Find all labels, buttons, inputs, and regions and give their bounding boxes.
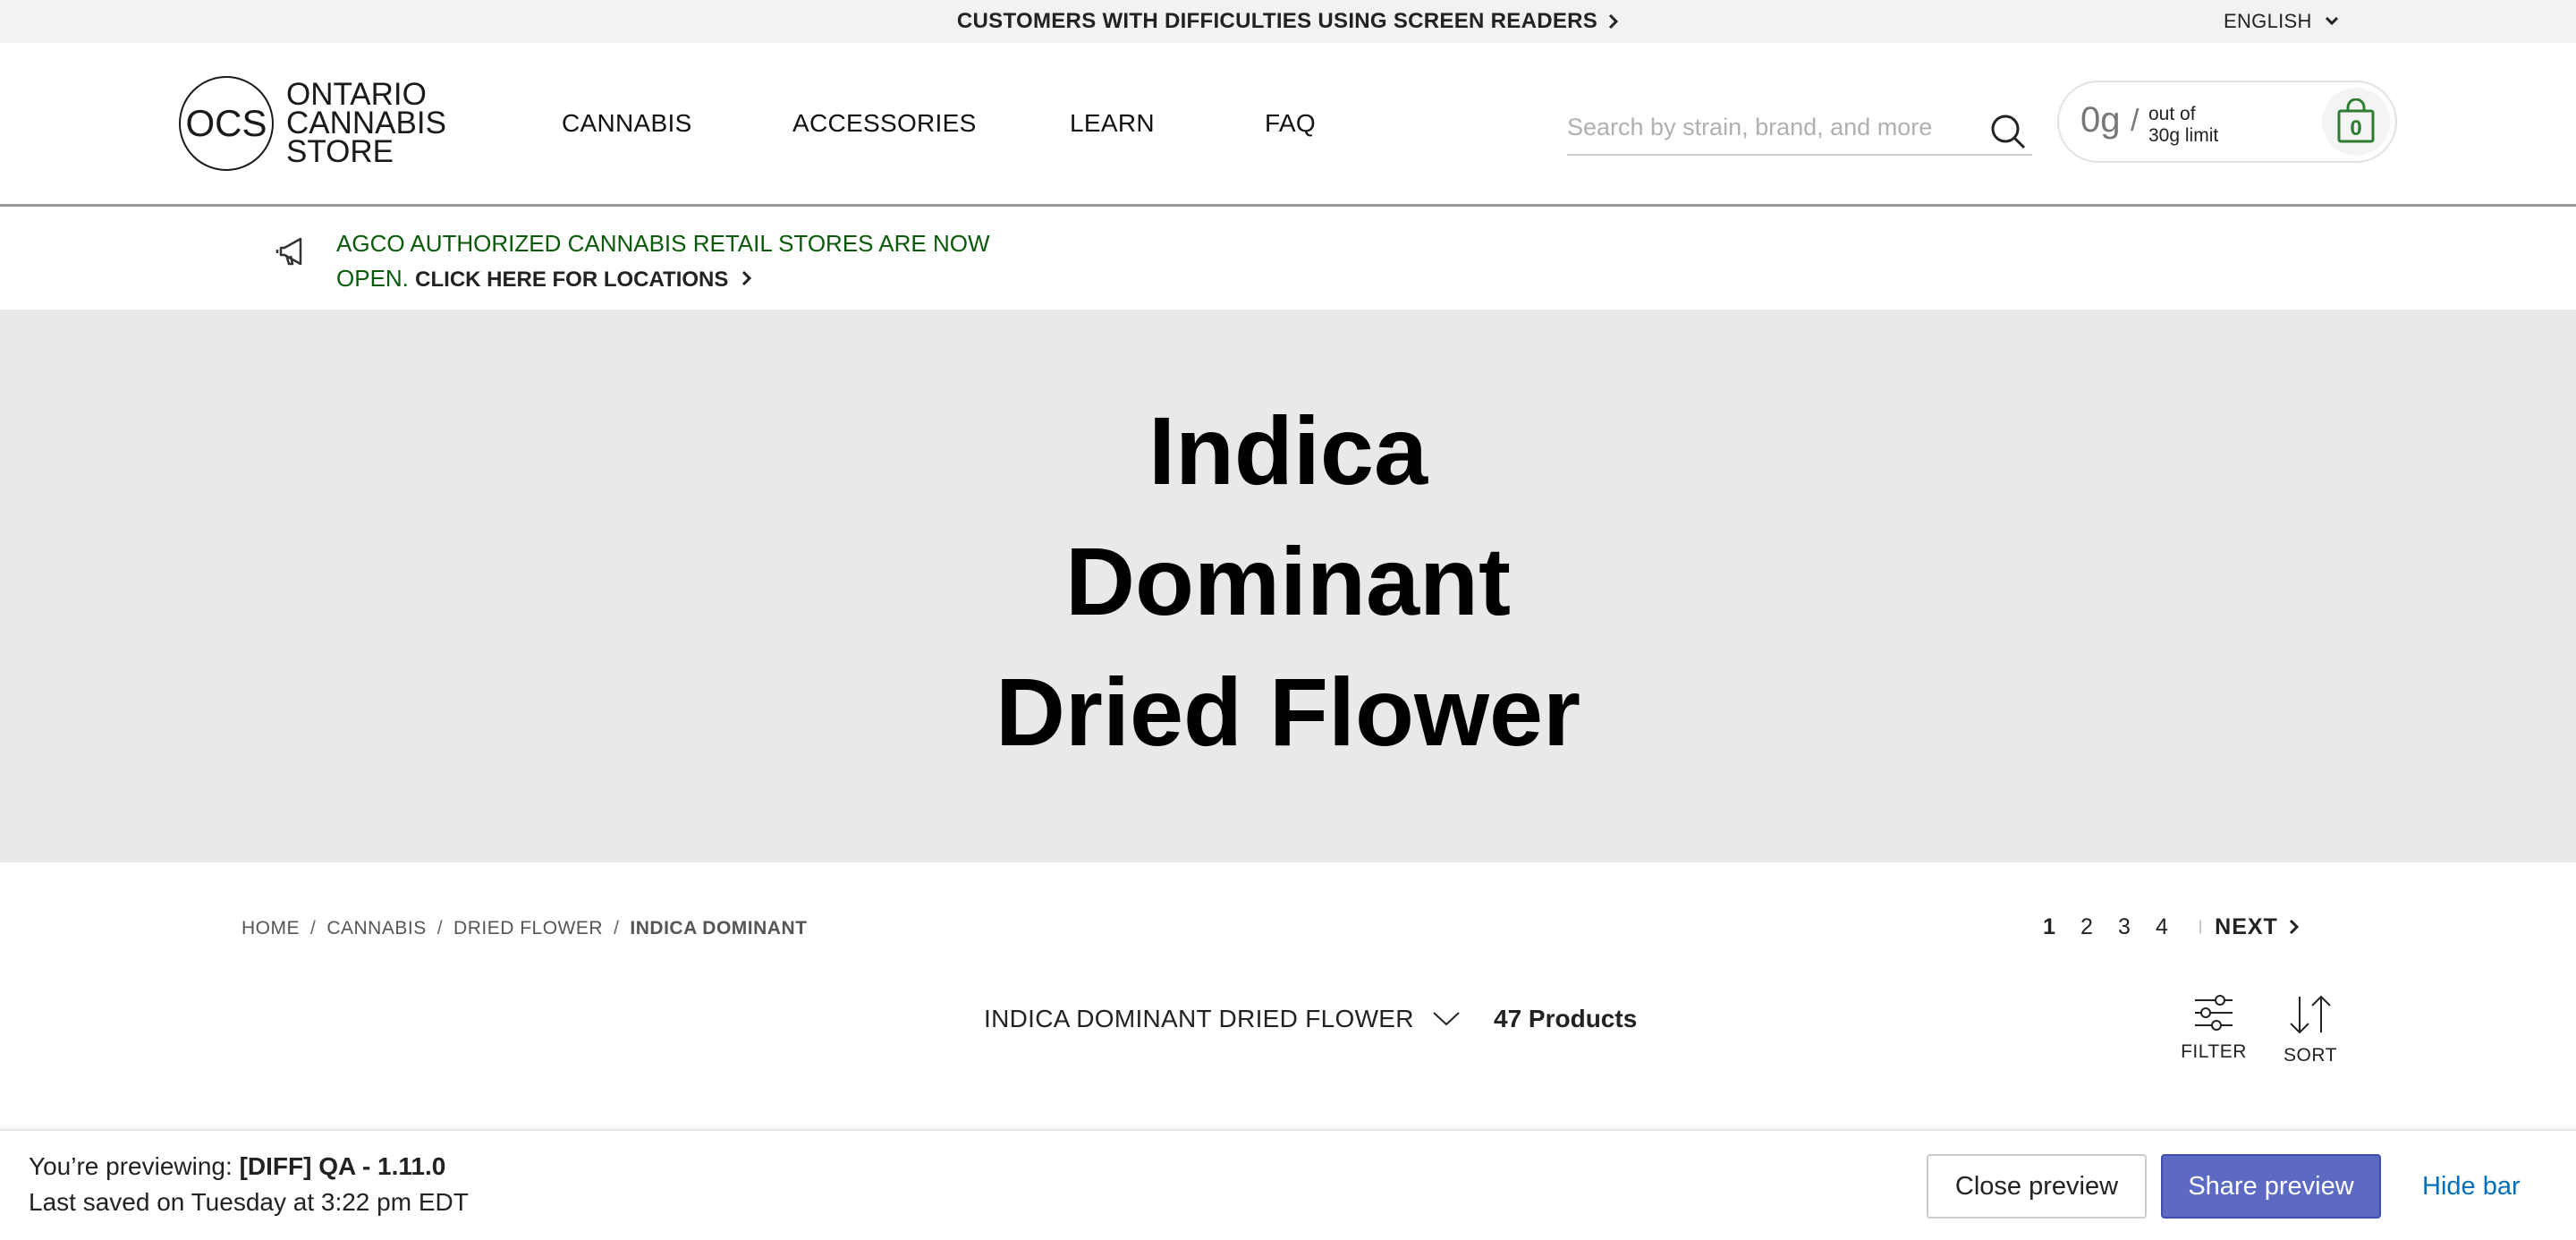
page-4-link[interactable]: 4 — [2143, 914, 2181, 940]
site-header: OCS ONTARIO CANNABIS STORE CANNABIS ACCE… — [0, 43, 2576, 207]
category-dropdown[interactable]: INDICA DOMINANT DRIED FLOWER — [984, 1000, 1461, 1038]
next-page-link[interactable]: NEXT — [2215, 914, 2300, 940]
filter-label: FILTER — [2181, 1041, 2247, 1062]
screen-reader-link[interactable]: CUSTOMERS WITH DIFFICULTIES USING SCREEN… — [0, 0, 2576, 43]
search-icon[interactable] — [1989, 113, 2027, 150]
breadcrumb-separator: / — [436, 918, 444, 938]
pagination-divider: | — [2199, 919, 2203, 934]
search-input[interactable] — [1567, 102, 1970, 152]
product-count: 47 Products — [1494, 1005, 1638, 1032]
breadcrumb-home[interactable]: HOME — [242, 918, 300, 939]
chevron-down-icon — [2325, 16, 2338, 26]
hide-bar-link[interactable]: Hide bar — [2422, 1154, 2521, 1219]
last-saved-text: Last saved on Tuesday at 3:22 pm EDT — [29, 1188, 469, 1216]
next-page-label: NEXT — [2215, 913, 2278, 939]
announcement-text: AGCO AUTHORIZED CANNABIS RETAIL STORES A… — [336, 226, 1052, 297]
filter-sliders-icon — [2195, 995, 2233, 1031]
logo-line-3: STORE — [286, 134, 394, 169]
page-title-line-2: Dominant — [1065, 527, 1511, 635]
chevron-right-icon — [2289, 919, 2299, 935]
preview-status: You’re previewing: [DIFF] QA - 1.11.0 — [29, 1152, 445, 1181]
breadcrumb-cannabis[interactable]: CANNABIS — [326, 918, 426, 939]
share-preview-button[interactable]: Share preview — [2161, 1154, 2381, 1219]
close-preview-button[interactable]: Close preview — [1927, 1154, 2147, 1219]
page-2-link[interactable]: 2 — [2068, 914, 2106, 940]
breadcrumb-dried-flower[interactable]: DRIED FLOWER — [453, 918, 603, 939]
preview-prefix: You’re previewing: — [29, 1152, 233, 1180]
chevron-right-icon — [741, 270, 752, 286]
chevron-down-icon — [1433, 1012, 1460, 1026]
logo-wordmark: ONTARIO CANNABIS STORE — [286, 79, 446, 169]
filter-button[interactable]: FILTER — [2174, 995, 2254, 1063]
page-1-link[interactable]: 1 — [2030, 914, 2068, 940]
limit-separator: / — [2131, 104, 2140, 138]
category-dropdown-label: INDICA DOMINANT DRIED FLOWER — [984, 1005, 1414, 1032]
page-3-link[interactable]: 3 — [2106, 914, 2143, 940]
screen-reader-link-label: CUSTOMERS WITH DIFFICULTIES USING SCREEN… — [956, 9, 1598, 33]
preview-theme-name: [DIFF] QA - 1.11.0 — [239, 1152, 446, 1180]
locations-link[interactable]: CLICK HERE FOR LOCATIONS — [415, 268, 752, 292]
utility-bar: CUSTOMERS WITH DIFFICULTIES USING SCREEN… — [0, 0, 2576, 43]
language-selector[interactable]: ENGLISH — [2224, 0, 2339, 43]
announcement-banner: AGCO AUTHORIZED CANNABIS RETAIL STORES A… — [0, 207, 2576, 310]
sort-arrows-icon — [2290, 995, 2331, 1034]
nav-faq[interactable]: FAQ — [1265, 43, 1316, 204]
pagination: 1 2 3 4 | NEXT — [2030, 911, 2300, 943]
breadcrumb-separator: / — [310, 918, 317, 938]
limit-amount: 30g limit — [2148, 125, 2219, 146]
theme-preview-bar: You’re previewing: [DIFF] QA - 1.11.0 La… — [0, 1129, 2576, 1240]
category-hero: Indica Dominant Dried Flower — [0, 310, 2576, 862]
limit-text: out of 30g limit — [2148, 104, 2218, 147]
language-label: ENGLISH — [2224, 10, 2312, 32]
search-box — [1567, 102, 2032, 156]
breadcrumb: HOME / CANNABIS / DRIED FLOWER / INDICA … — [242, 918, 807, 939]
cart-button[interactable]: 0 — [2322, 88, 2390, 156]
megaphone-icon — [275, 237, 302, 266]
cart-count: 0 — [2350, 116, 2362, 140]
sort-label: SORT — [2284, 1045, 2337, 1066]
sort-button[interactable]: SORT — [2270, 995, 2351, 1066]
locations-link-label: CLICK HERE FOR LOCATIONS — [415, 268, 729, 292]
breadcrumb-current: INDICA DOMINANT — [630, 918, 808, 938]
breadcrumb-separator: / — [614, 918, 620, 938]
chevron-right-icon — [1609, 13, 1619, 30]
limit-out-of: out of — [2148, 104, 2196, 124]
nav-accessories[interactable]: ACCESSORIES — [792, 43, 977, 204]
page-title: Indica Dominant Dried Flower — [0, 386, 2576, 777]
grams-in-cart: 0g — [2080, 100, 2121, 140]
logo-mark: OCS — [179, 76, 274, 171]
page-title-line-3: Dried Flower — [995, 658, 1581, 766]
purchase-limit-widget[interactable]: 0g / out of 30g limit 0 — [2057, 81, 2397, 163]
ocs-logo[interactable]: OCS ONTARIO CANNABIS STORE — [179, 72, 446, 175]
nav-learn[interactable]: LEARN — [1070, 43, 1155, 204]
page-title-line-1: Indica — [1148, 396, 1428, 505]
nav-cannabis[interactable]: CANNABIS — [562, 43, 692, 204]
